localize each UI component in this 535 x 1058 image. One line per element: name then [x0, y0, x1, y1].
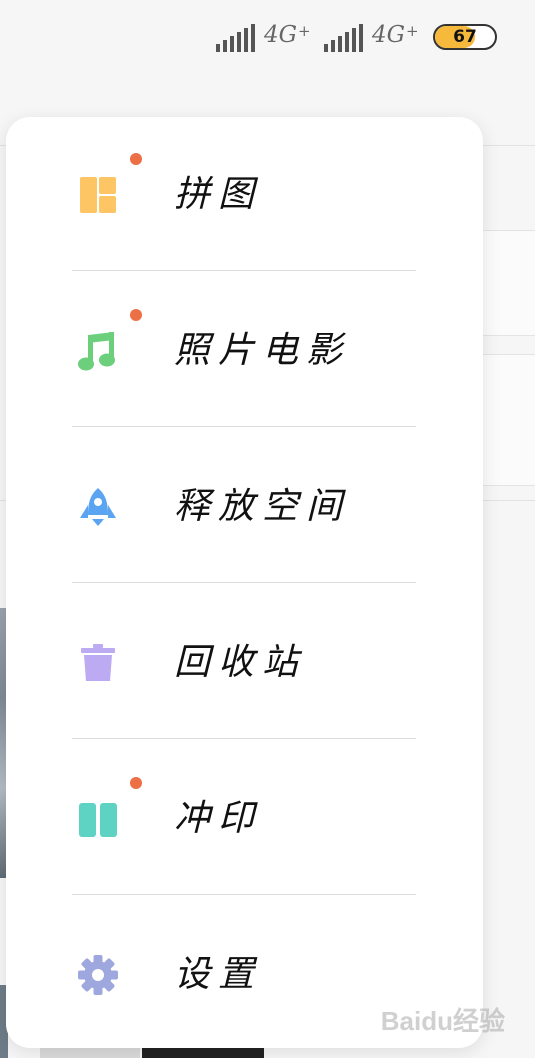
notification-dot: [130, 309, 142, 321]
menu-item-label: 冲印: [174, 798, 263, 839]
menu-item-label: 释放空间: [174, 486, 351, 527]
menu-item-photo-movie[interactable]: 照片电影: [6, 273, 483, 429]
rocket-icon: [80, 488, 116, 526]
popup-menu: 拼图 照片电影 释放空间 回收站 冲印 设置: [6, 117, 483, 1048]
battery-level: 67: [453, 27, 477, 47]
print-icon: [79, 803, 117, 837]
trash-icon: [81, 644, 115, 681]
menu-item-label: 设置: [174, 954, 263, 995]
network-type-label: 4G+: [264, 22, 311, 48]
signal-strength-icon: [216, 24, 255, 52]
signal-strength-icon: [324, 24, 363, 52]
notification-dot: [130, 777, 142, 789]
music-note-icon: [78, 332, 115, 371]
divider: [72, 270, 416, 271]
divider: [72, 582, 416, 583]
divider: [72, 426, 416, 427]
battery-icon: 67: [433, 24, 497, 50]
collage-icon: [80, 177, 116, 213]
menu-item-free-space[interactable]: 释放空间: [6, 429, 483, 585]
menu-item-collage[interactable]: 拼图: [6, 117, 483, 273]
network-type-label: 4G+: [372, 22, 419, 48]
gear-icon: [78, 955, 118, 995]
menu-item-recycle-bin[interactable]: 回收站: [6, 585, 483, 741]
watermark: Baidu经验: [380, 1006, 505, 1036]
menu-item-label: 回收站: [174, 642, 307, 683]
notification-dot: [130, 153, 142, 165]
status-bar: 4G+ 4G+ 67: [0, 0, 535, 80]
divider: [72, 894, 416, 895]
menu-item-label: 照片电影: [174, 330, 351, 371]
menu-item-print[interactable]: 冲印: [6, 741, 483, 897]
menu-item-label: 拼图: [174, 174, 263, 215]
divider: [72, 738, 416, 739]
